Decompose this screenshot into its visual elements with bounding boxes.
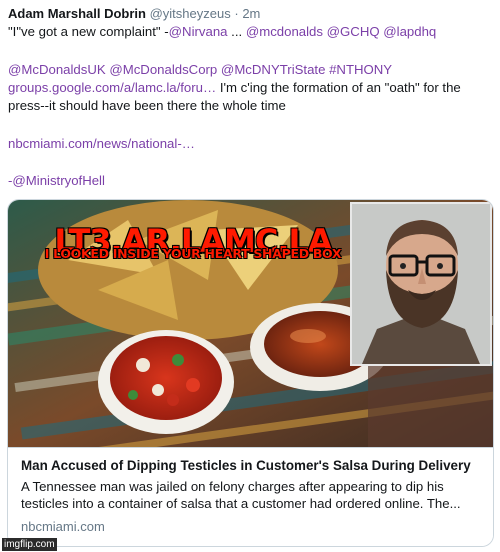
- card-description: A Tennessee man was jailed on felony cha…: [21, 479, 461, 511]
- tweet-line-1: "I"ve got a new complaint" -@Nirvana ...…: [8, 24, 436, 40]
- nbcmiami-link[interactable]: nbcmiami.com/news/national-…: [8, 136, 195, 151]
- tweet-line-4: press--it should have been there the who…: [8, 98, 286, 114]
- ellipsis-text: ...: [227, 24, 246, 39]
- tweet-line-3: groups.google.com/a/lamc.la/foru… I'm c'…: [8, 80, 461, 96]
- tweet-line-6: -@MinistryofHell: [8, 173, 105, 189]
- mention-ministryofhell[interactable]: -@MinistryofHell: [8, 173, 105, 188]
- google-groups-link[interactable]: groups.google.com/a/lamc.la/foru…: [8, 80, 216, 95]
- mention-link-nirvana[interactable]: @Nirvana: [169, 24, 228, 39]
- mugshot-illustration: [352, 204, 490, 364]
- author-name[interactable]: Adam Marshall Dobrin: [8, 6, 146, 21]
- tweet-line-2: @McDonaldsUK @McDonaldsCorp @McDNYTriSta…: [8, 62, 392, 78]
- tweet-timestamp[interactable]: 2m: [242, 6, 260, 21]
- oath-text: I'm c'ing the formation of an "oath" for…: [216, 80, 461, 95]
- press-text: press--it should have been there the who…: [8, 98, 286, 113]
- tweet-header: Adam Marshall Dobrin @yitsheyzeus · 2m: [8, 6, 260, 21]
- card-text-area[interactable]: Man Accused of Dipping Testicles in Cust…: [8, 447, 493, 546]
- imgflip-watermark: imgflip.com: [2, 538, 57, 551]
- quote-text: "I"ve got a new complaint" -: [8, 24, 169, 39]
- mention-links-group[interactable]: @mcdonalds @GCHQ @lapdhq: [246, 24, 436, 39]
- meme-subtitle: I LOOKED INSIDE YOUR HEART SHAPED BOX: [44, 246, 342, 261]
- tweet-line-5: nbcmiami.com/news/national-…: [8, 136, 195, 152]
- mugshot-photo: [350, 202, 492, 366]
- card-domain[interactable]: nbcmiami.com: [21, 519, 105, 534]
- link-preview-card[interactable]: LT3.AR.LAMC.LA I LOOKED INSIDE YOUR HEAR…: [7, 199, 494, 547]
- mention-links-mcdonalds[interactable]: @McDonaldsUK @McDonaldsCorp @McDNYTriSta…: [8, 62, 392, 77]
- card-headline[interactable]: Man Accused of Dipping Testicles in Cust…: [21, 458, 471, 473]
- card-image[interactable]: LT3.AR.LAMC.LA I LOOKED INSIDE YOUR HEAR…: [8, 200, 493, 447]
- author-handle[interactable]: @yitsheyzeus: [150, 6, 231, 21]
- separator-dot: ·: [234, 6, 239, 21]
